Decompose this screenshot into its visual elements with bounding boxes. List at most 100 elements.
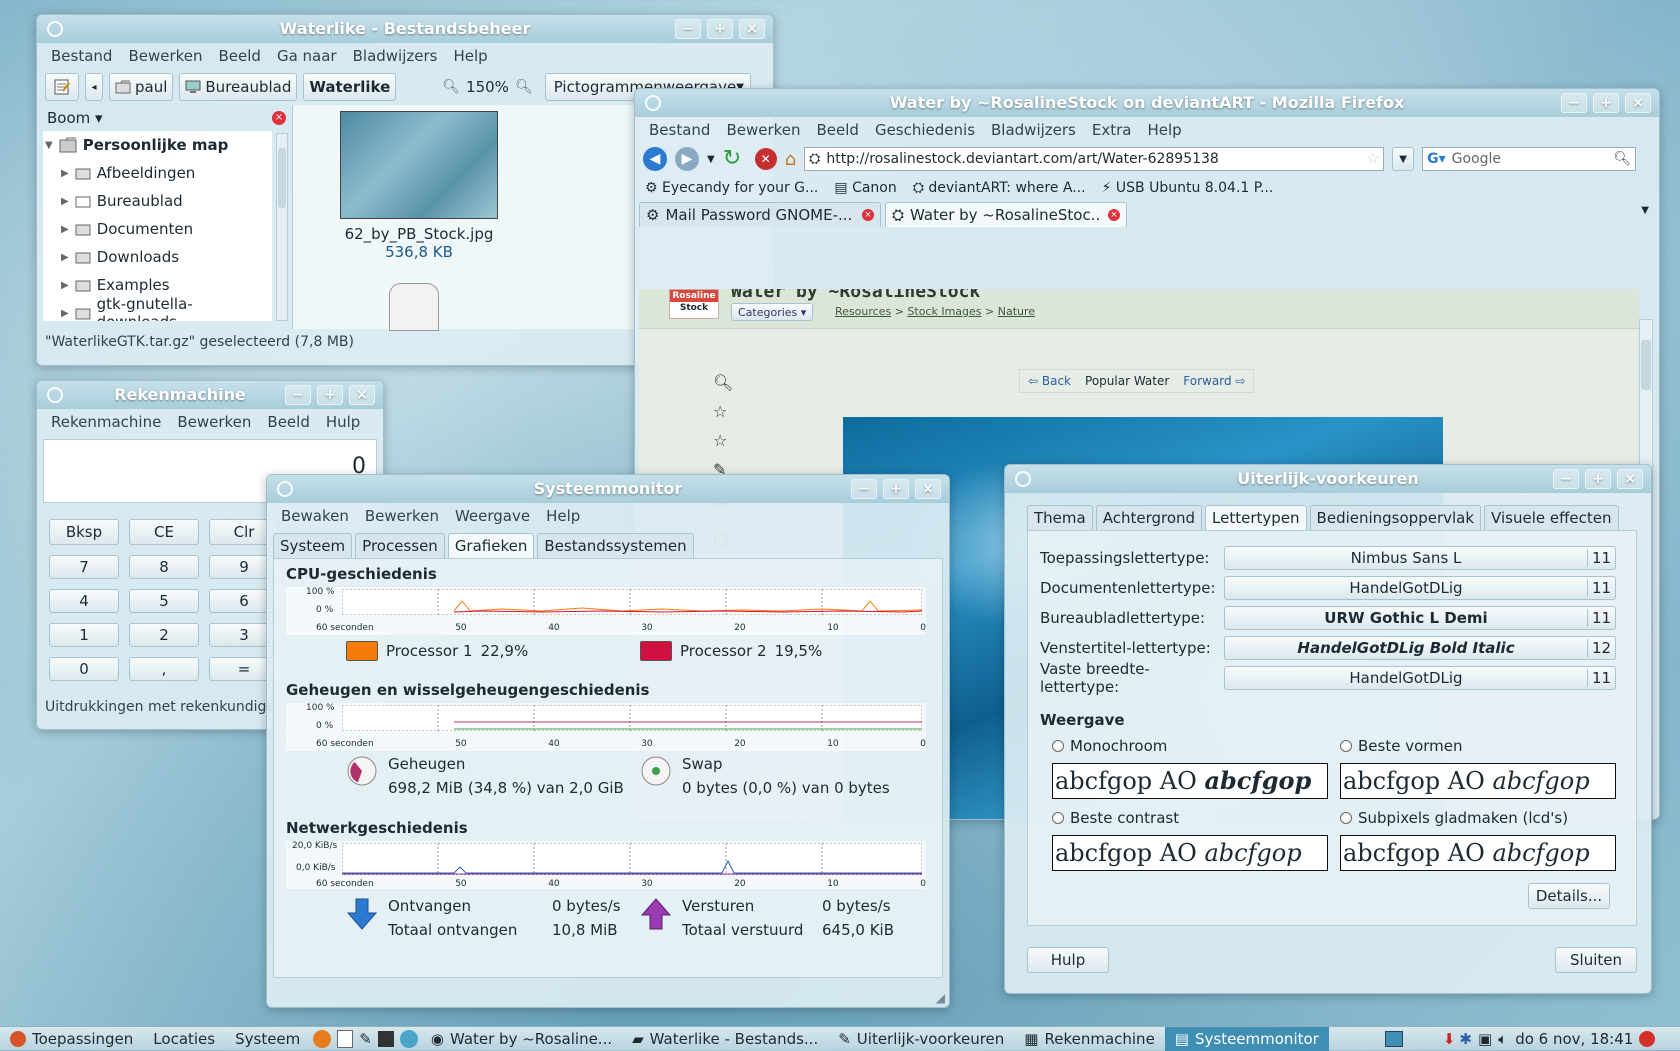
tree-scrollbar[interactable] bbox=[276, 133, 288, 321]
expander-closed-icon[interactable]: ▶ bbox=[61, 196, 69, 207]
window-menu-icon[interactable] bbox=[47, 21, 63, 37]
terminal-launcher-icon[interactable] bbox=[377, 1030, 394, 1047]
window-menu-icon[interactable] bbox=[47, 387, 63, 403]
close-button[interactable]: × bbox=[1625, 93, 1651, 113]
url-history-button[interactable]: ▼ bbox=[1392, 147, 1415, 171]
reload-icon[interactable]: ↻ bbox=[723, 147, 747, 171]
close-pane-icon[interactable]: × bbox=[272, 111, 286, 125]
calculator-titlebar[interactable]: Rekenmachine − + × bbox=[37, 381, 383, 409]
browser-tab[interactable]: ⚙ Mail Password GNOME-... × bbox=[639, 202, 881, 227]
path-button-waterlike[interactable]: Waterlike bbox=[303, 73, 397, 101]
font-button-window-title[interactable]: HandelGotDLig Bold Italic 12 bbox=[1224, 636, 1616, 660]
radio-button[interactable] bbox=[1052, 812, 1064, 824]
menu-weergave[interactable]: Weergave bbox=[449, 507, 536, 525]
file-manager-titlebar[interactable]: Waterlike - Bestandsbeheer − + × bbox=[37, 15, 773, 43]
expander-closed-icon[interactable]: ▶ bbox=[61, 224, 69, 235]
task-system-monitor[interactable]: ▤ Systeemmonitor bbox=[1164, 1026, 1329, 1051]
font-button-fixed-width[interactable]: HandelGotDLig 11 bbox=[1224, 666, 1616, 690]
categories-button[interactable]: Categories ▾ bbox=[731, 303, 814, 321]
bookmark-item[interactable]: ⚙ Eyecandy for your G... bbox=[645, 180, 818, 196]
close-button[interactable]: × bbox=[349, 385, 375, 405]
rendering-option[interactable]: Monochroom abcfgop AO abcfgop bbox=[1052, 737, 1328, 799]
menu-bewerken[interactable]: Bewerken bbox=[122, 47, 208, 65]
globe-launcher-icon[interactable] bbox=[399, 1029, 418, 1048]
menu-help[interactable]: Help bbox=[1141, 121, 1187, 139]
minimize-button[interactable]: − bbox=[285, 385, 311, 405]
font-button-desktop[interactable]: URW Gothic L Demi 11 bbox=[1224, 606, 1616, 630]
tab-list-icon[interactable]: ▼ bbox=[1641, 205, 1649, 216]
minimize-button[interactable]: − bbox=[1553, 469, 1579, 489]
window-menu-icon[interactable] bbox=[645, 95, 661, 111]
key-backspace[interactable]: Bksp bbox=[49, 519, 119, 545]
breadcrumb-link[interactable]: Resources bbox=[835, 305, 891, 318]
side-pane-select[interactable]: Boom ▾ bbox=[47, 109, 103, 127]
file-item[interactable]: 62_by_PB_Stock.jpg 536,8 KB bbox=[339, 111, 499, 261]
tab-thema[interactable]: Thema bbox=[1027, 505, 1093, 530]
forward-icon[interactable]: ▶ bbox=[675, 147, 699, 171]
search-icon[interactable]: 🔍︎ bbox=[1613, 151, 1631, 167]
processor1-color-swatch[interactable] bbox=[346, 641, 378, 661]
expander-closed-icon[interactable]: ▶ bbox=[61, 252, 69, 263]
stop-icon[interactable]: ✕ bbox=[754, 148, 777, 170]
menu-bladwijzers[interactable]: Bladwijzers bbox=[985, 121, 1082, 139]
close-button[interactable]: × bbox=[739, 19, 765, 39]
zoom-out-icon[interactable]: 🔍︎ bbox=[442, 79, 460, 95]
menu-geschiedenis[interactable]: Geschiedenis bbox=[869, 121, 981, 139]
tray-update-icon[interactable]: ⬇ bbox=[1443, 1030, 1456, 1048]
firefox-launcher-icon[interactable] bbox=[313, 1029, 332, 1048]
task-calculator[interactable]: ▦ Rekenmachine bbox=[1014, 1027, 1165, 1051]
menu-bewerken[interactable]: Bewerken bbox=[720, 121, 806, 139]
tab-processen[interactable]: Processen bbox=[355, 533, 445, 558]
expander-closed-icon[interactable]: ▶ bbox=[61, 168, 69, 179]
tray-bluetooth-icon[interactable]: ✱ bbox=[1459, 1030, 1472, 1048]
bookmark-item[interactable]: ⛭ deviantART: where A... bbox=[913, 180, 1086, 196]
swap-pie-icon[interactable] bbox=[640, 755, 672, 787]
minimize-button[interactable]: − bbox=[675, 19, 701, 39]
task-file-manager[interactable]: ▰ Waterlike - Bestands... bbox=[622, 1027, 828, 1051]
key-8[interactable]: 8 bbox=[129, 555, 199, 579]
zoom-in-icon[interactable]: 🔍︎ bbox=[515, 79, 533, 95]
shutdown-icon[interactable] bbox=[1639, 1030, 1656, 1047]
maximize-button[interactable]: + bbox=[317, 385, 343, 405]
workspace-switcher-icon[interactable] bbox=[1384, 1030, 1403, 1047]
tree-item[interactable]: ▶ Bureaublad bbox=[43, 187, 272, 215]
tray-network-icon[interactable]: ▣ bbox=[1478, 1030, 1492, 1048]
tray-volume-icon[interactable]: 🔈︎ bbox=[1498, 1030, 1507, 1048]
firefox-titlebar[interactable]: Water by ~RosalineStock on deviantART - … bbox=[635, 89, 1659, 117]
breadcrumb-link[interactable]: Nature bbox=[998, 305, 1035, 318]
maximize-button[interactable]: + bbox=[1593, 93, 1619, 113]
radio-button[interactable] bbox=[1052, 740, 1064, 752]
tree-scrollbar-thumb[interactable] bbox=[278, 148, 286, 208]
key-5[interactable]: 5 bbox=[129, 589, 199, 613]
menu-bladwijzers[interactable]: Bladwijzers bbox=[347, 47, 444, 65]
rendering-option[interactable]: Beste vormen abcfgop AO abcfgop bbox=[1340, 737, 1616, 799]
tree-item[interactable]: ▶ Downloads bbox=[43, 243, 272, 271]
menu-beeld[interactable]: Beeld bbox=[811, 121, 865, 139]
close-dialog-button[interactable]: Sluiten bbox=[1555, 947, 1637, 973]
tree-item[interactable]: ▶ Documenten bbox=[43, 215, 272, 243]
font-button-application[interactable]: Nimbus Sans L 11 bbox=[1224, 546, 1616, 570]
tab-visuele-effecten[interactable]: Visuele effecten bbox=[1484, 505, 1619, 530]
location-edit-button[interactable] bbox=[45, 73, 79, 101]
key-7[interactable]: 7 bbox=[49, 555, 119, 579]
expander-closed-icon[interactable]: ▶ bbox=[61, 280, 69, 291]
key-2[interactable]: 2 bbox=[129, 623, 199, 647]
clock[interactable]: do 6 nov, 18:41 bbox=[1515, 1030, 1633, 1048]
menu-bestand[interactable]: Bestand bbox=[643, 121, 716, 139]
document-icon[interactable] bbox=[389, 283, 439, 331]
minimize-button[interactable]: − bbox=[1561, 93, 1587, 113]
nav-forward-link[interactable]: Forward ⇨ bbox=[1183, 374, 1245, 388]
menu-rekenmachine[interactable]: Rekenmachine bbox=[45, 413, 167, 431]
tab-lettertypen[interactable]: Lettertypen bbox=[1205, 505, 1307, 530]
tab-grafieken[interactable]: Grafieken bbox=[447, 533, 535, 558]
appearance-titlebar[interactable]: Uiterlijk-voorkeuren − + × bbox=[1005, 465, 1651, 493]
menu-help[interactable]: Help bbox=[447, 47, 493, 65]
rendering-option[interactable]: Subpixels gladmaken (lcd's) abcfgop AO a… bbox=[1340, 809, 1616, 871]
radio-button[interactable] bbox=[1340, 740, 1352, 752]
path-button-paul[interactable]: paul bbox=[109, 73, 174, 101]
details-button[interactable]: Details... bbox=[1528, 883, 1610, 909]
menu-bewerken[interactable]: Bewerken bbox=[171, 413, 257, 431]
key-decimal[interactable]: , bbox=[129, 657, 199, 681]
close-tab-icon[interactable]: × bbox=[862, 209, 874, 221]
window-menu-icon[interactable] bbox=[1015, 471, 1031, 487]
